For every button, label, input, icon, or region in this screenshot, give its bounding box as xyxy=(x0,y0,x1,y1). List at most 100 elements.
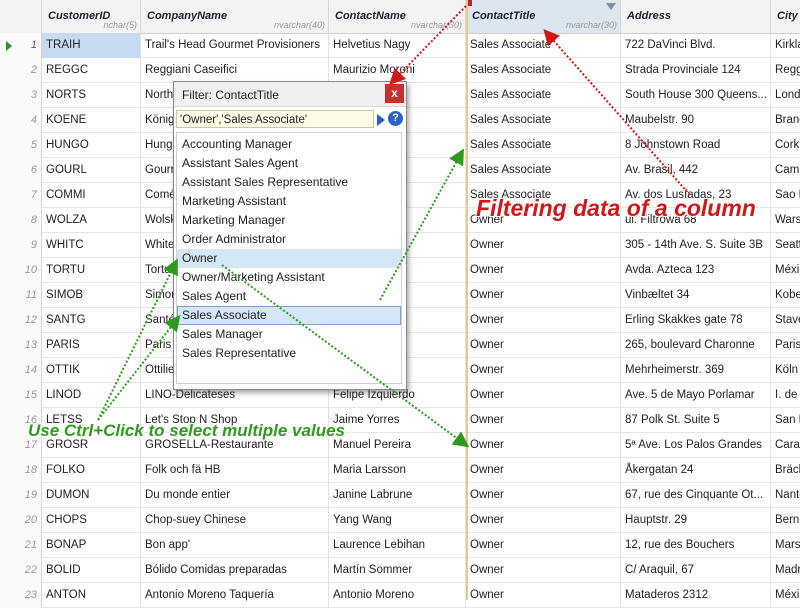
table-cell[interactable]: FOLKO xyxy=(42,458,141,483)
table-cell[interactable]: Owner xyxy=(466,383,621,408)
table-row[interactable]: 23 ANTON Antonio Moreno Taquería Antonio Mo… xyxy=(0,583,800,608)
table-cell[interactable]: Kobe xyxy=(771,283,800,308)
table-cell[interactable]: NORTS xyxy=(42,83,141,108)
column-header-contacttitle[interactable]: ContactTitle nvarchar(30) xyxy=(466,0,621,33)
table-cell[interactable]: Jaime Yorres xyxy=(329,408,466,433)
table-row[interactable]: 2 REGGC Reggiani Caseifici Maurizio Moroni S… xyxy=(0,58,800,83)
table-cell[interactable]: Antonio Moreno Taquería xyxy=(141,583,329,608)
column-header-address[interactable]: Address xyxy=(621,0,771,33)
table-cell[interactable]: Sales Associate xyxy=(466,133,621,158)
row-number[interactable]: 23 xyxy=(0,583,42,608)
table-cell[interactable]: Reggi xyxy=(771,58,800,83)
table-row[interactable]: 21 BONAP Bon app' Laurence Lebihan Owner 12, … xyxy=(0,533,800,558)
table-cell[interactable]: Sales Associate xyxy=(466,58,621,83)
table-cell[interactable]: Folk och fä HB xyxy=(141,458,329,483)
filter-option[interactable]: Sales Associate xyxy=(177,306,401,325)
table-cell[interactable]: ANTON xyxy=(42,583,141,608)
table-cell[interactable]: Strada Provinciale 124 xyxy=(621,58,771,83)
table-cell[interactable]: Brand xyxy=(771,108,800,133)
table-cell[interactable]: Vinbæltet 34 xyxy=(621,283,771,308)
help-icon[interactable]: ? xyxy=(388,111,403,126)
table-cell[interactable]: Du monde entier xyxy=(141,483,329,508)
column-header-city[interactable]: City xyxy=(771,0,800,33)
row-number[interactable]: 21 xyxy=(0,533,42,558)
table-cell[interactable]: Owner xyxy=(466,408,621,433)
table-cell[interactable]: Owner xyxy=(466,433,621,458)
table-cell[interactable]: Maria Larsson xyxy=(329,458,466,483)
row-number[interactable]: 13 xyxy=(0,333,42,358)
table-cell[interactable]: C/ Araquil, 67 xyxy=(621,558,771,583)
table-cell[interactable]: I. de xyxy=(771,383,800,408)
table-cell[interactable]: Yang Wang xyxy=(329,508,466,533)
apply-filter-icon[interactable] xyxy=(377,114,385,126)
table-cell[interactable]: Owner xyxy=(466,558,621,583)
table-cell[interactable]: Kirkla xyxy=(771,33,800,58)
table-cell[interactable]: Bólido Comidas preparadas xyxy=(141,558,329,583)
column-header-companyname[interactable]: CompanyName nvarchar(40) xyxy=(141,0,329,33)
table-cell[interactable]: PARIS xyxy=(42,333,141,358)
table-cell[interactable]: Laurence Lebihan xyxy=(329,533,466,558)
table-cell[interactable]: 265, boulevard Charonne xyxy=(621,333,771,358)
table-cell[interactable]: Méxi xyxy=(771,258,800,283)
table-cell[interactable]: Åkergatan 24 xyxy=(621,458,771,483)
table-cell[interactable]: Avda. Azteca 123 xyxy=(621,258,771,283)
row-number[interactable]: 6 xyxy=(0,158,42,183)
table-cell[interactable]: Owner xyxy=(466,233,621,258)
table-cell[interactable]: Paris xyxy=(771,333,800,358)
row-number[interactable]: 9 xyxy=(0,233,42,258)
filter-option[interactable]: Owner xyxy=(177,249,401,268)
table-cell[interactable]: WHITC xyxy=(42,233,141,258)
table-cell[interactable]: Manuel Pereira xyxy=(329,433,466,458)
row-number[interactable]: 10 xyxy=(0,258,42,283)
header-corner[interactable] xyxy=(0,0,42,33)
column-header-contactname[interactable]: ContactName nvarchar(30) xyxy=(329,0,466,33)
row-number[interactable]: 18 xyxy=(0,458,42,483)
table-cell[interactable]: Bräck xyxy=(771,458,800,483)
table-cell[interactable]: Sao P xyxy=(771,183,800,208)
filter-option[interactable]: Sales Representative xyxy=(177,344,401,363)
table-row[interactable]: 20 CHOPS Chop-suey Chinese Yang Wang Owner Ha… xyxy=(0,508,800,533)
table-cell[interactable]: 722 DaVinci Blvd. xyxy=(621,33,771,58)
table-cell[interactable]: 12, rue des Bouchers xyxy=(621,533,771,558)
table-cell[interactable]: Ave. 5 de Mayo Porlamar xyxy=(621,383,771,408)
row-number[interactable]: 11 xyxy=(0,283,42,308)
table-cell[interactable]: Owner xyxy=(466,508,621,533)
filter-option[interactable]: Marketing Manager xyxy=(177,211,401,230)
table-cell[interactable]: Owner xyxy=(466,583,621,608)
table-cell[interactable]: WOLZA xyxy=(42,208,141,233)
table-cell[interactable]: KOENE xyxy=(42,108,141,133)
table-cell[interactable]: Nante xyxy=(771,483,800,508)
table-cell[interactable]: Sales Associate xyxy=(466,158,621,183)
table-cell[interactable]: HUNGO xyxy=(42,133,141,158)
table-cell[interactable]: Owner xyxy=(466,333,621,358)
table-cell[interactable]: BOLID xyxy=(42,558,141,583)
table-cell[interactable]: Av. Brasil, 442 xyxy=(621,158,771,183)
filter-option[interactable]: Sales Agent xyxy=(177,287,401,306)
filter-option[interactable]: Accounting Manager xyxy=(177,135,401,154)
table-cell[interactable]: Mataderos 2312 xyxy=(621,583,771,608)
row-number[interactable]: 7 xyxy=(0,183,42,208)
table-cell[interactable]: GOURL xyxy=(42,158,141,183)
table-cell[interactable]: Owner xyxy=(466,533,621,558)
table-cell[interactable]: Seatt xyxy=(771,233,800,258)
row-number[interactable]: 4 xyxy=(0,108,42,133)
table-cell[interactable]: LINOD xyxy=(42,383,141,408)
table-cell[interactable]: Sales Associate xyxy=(466,83,621,108)
table-cell[interactable]: Owner xyxy=(466,358,621,383)
table-cell[interactable]: Antonio Moreno xyxy=(329,583,466,608)
row-number[interactable]: 5 xyxy=(0,133,42,158)
table-cell[interactable]: COMMI xyxy=(42,183,141,208)
table-cell[interactable]: 87 Polk St. Suite 5 xyxy=(621,408,771,433)
table-cell[interactable]: San F xyxy=(771,408,800,433)
table-row[interactable]: 19 DUMON Du monde entier Janine Labrune Owne… xyxy=(0,483,800,508)
table-cell[interactable]: Madr xyxy=(771,558,800,583)
table-cell[interactable]: Mars xyxy=(771,533,800,558)
row-number[interactable]: 19 xyxy=(0,483,42,508)
table-cell[interactable]: Janine Labrune xyxy=(329,483,466,508)
column-header-customerid[interactable]: CustomerID nchar(5) xyxy=(42,0,141,33)
table-cell[interactable]: Cork xyxy=(771,133,800,158)
table-cell[interactable]: DUMON xyxy=(42,483,141,508)
table-cell[interactable]: Stave xyxy=(771,308,800,333)
table-cell[interactable]: REGGC xyxy=(42,58,141,83)
table-cell[interactable]: Owner xyxy=(466,258,621,283)
